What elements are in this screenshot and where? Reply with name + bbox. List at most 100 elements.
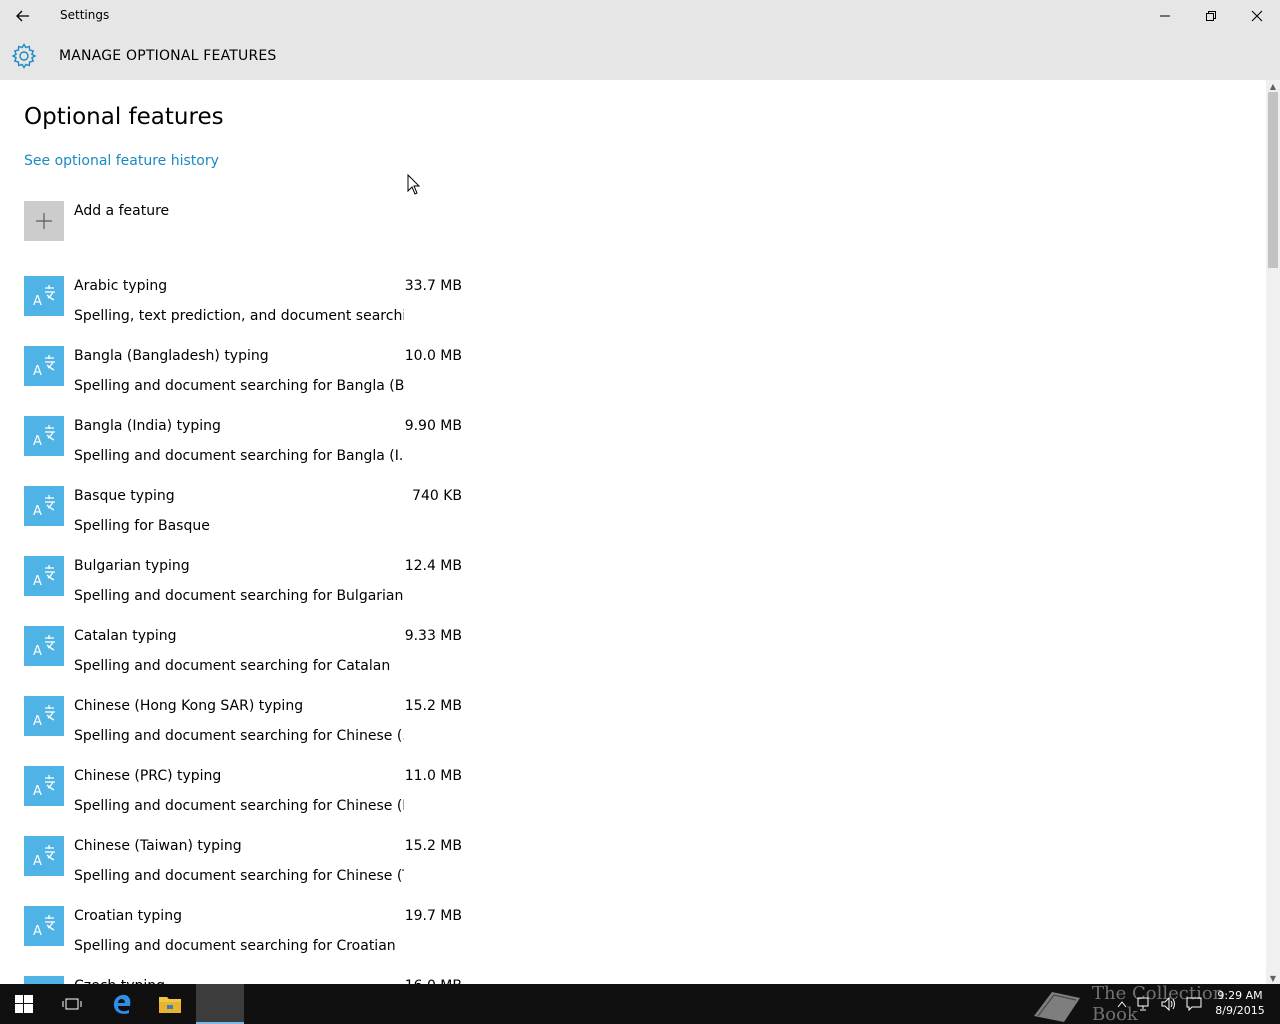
window-title: Settings [60,8,110,22]
language-typing-icon: A [24,346,64,386]
edge-browser-icon [113,994,131,1014]
feature-item[interactable]: A Catalan typing 9.33 MB Spelling and docum… [24,626,464,696]
feature-description: Spelling and document searching for Bang… [74,378,404,394]
plus-icon [36,213,52,229]
feature-size: 11.0 MB [404,768,462,784]
language-typing-icon: A [24,626,64,666]
feature-size: 33.7 MB [404,278,462,294]
feature-size: 12.4 MB [404,558,462,574]
svg-text:A: A [33,714,42,729]
start-button[interactable] [0,984,48,1024]
add-tile [24,201,64,241]
language-typing-icon: A [24,486,64,526]
feature-name: Bangla (Bangladesh) typing [74,348,269,364]
page-header-title: MANAGE OPTIONAL FEATURES [59,48,277,64]
feature-size: 10.0 MB [404,348,462,364]
feature-item[interactable]: A Basque typing 740 KB Spelling for Basque [24,486,464,556]
feature-description: Spelling and document searching for Chin… [74,798,404,814]
feature-description: Spelling, text prediction, and document … [74,308,404,324]
feature-description: Spelling and document searching for Chin… [74,868,404,884]
feature-name: Basque typing [74,488,175,504]
windows-logo-icon [15,995,33,1013]
feature-name: Bangla (India) typing [74,418,221,434]
svg-text:A: A [33,644,42,659]
feature-size: 740 KB [412,488,462,504]
book-logo-icon [1034,992,1080,1022]
svg-text:A: A [33,294,42,309]
feature-item[interactable]: A Croatian typing 19.7 MB Spelling and docu… [24,906,464,976]
feature-description: Spelling for Basque [74,518,210,534]
file-explorer-taskbar-button[interactable] [146,984,194,1024]
edge-taskbar-button[interactable] [98,984,146,1024]
feature-item[interactable]: A Bangla (India) typing 9.90 MB Spelling an… [24,416,464,486]
svg-text:A: A [33,364,42,379]
speaker-icon [1161,997,1175,1011]
clock-time: 9:29 AM [1217,989,1263,1002]
feature-history-link[interactable]: See optional feature history [24,153,219,169]
language-typing-icon: A [24,836,64,876]
language-typing-icon: A [24,976,64,984]
feature-name: Catalan typing [74,628,177,644]
feature-description: Spelling and document searching for Croa… [74,938,396,954]
scroll-down-arrow-icon[interactable]: ▼ [1266,972,1280,984]
mouse-cursor-icon [407,174,421,195]
page-title: Optional features [24,104,224,130]
scroll-up-arrow-icon[interactable]: ▲ [1266,80,1280,92]
feature-item[interactable]: A Chinese (Hong Kong SAR) typing 15.2 MB Sp… [24,696,464,766]
task-view-button[interactable] [48,984,96,1024]
language-typing-icon: A [24,696,64,736]
folder-icon [159,997,181,1013]
notification-icon [1186,997,1202,1011]
feature-item[interactable]: ACzech typing16.0 MB [24,976,464,984]
feature-description: Spelling and document searching for Cata… [74,658,391,674]
feature-item[interactable]: A Arabic typing 33.7 MB Spelling, text pred… [24,276,464,346]
clock[interactable]: 9:29 AM 8/9/2015 [1212,988,1268,1018]
clock-date: 8/9/2015 [1215,1004,1265,1017]
taskbar: The Collection Book 9:29 AM 8/9/2015 [0,983,1280,1024]
restore-button[interactable] [1188,0,1234,32]
language-typing-icon: A [24,766,64,806]
back-arrow-icon [16,10,29,22]
svg-text:A: A [33,784,42,799]
feature-item[interactable]: A Bulgarian typing 12.4 MB Spelling and doc… [24,556,464,626]
feature-size: 9.33 MB [404,628,462,644]
feature-item[interactable]: A Chinese (Taiwan) typing 15.2 MB Spelling … [24,836,464,906]
feature-size: 15.2 MB [404,838,462,854]
feature-name: Chinese (Hong Kong SAR) typing [74,698,304,714]
svg-text:A: A [33,574,42,589]
add-feature-button[interactable]: Add a feature [24,201,324,241]
minimize-button[interactable] [1142,0,1188,32]
show-hidden-icons-button[interactable] [1112,984,1132,1024]
settings-header: MANAGE OPTIONAL FEATURES [0,32,1280,80]
feature-description: Spelling and document searching for Bulg… [74,588,404,604]
close-icon [1251,10,1263,22]
language-typing-icon: A [24,556,64,596]
vertical-scrollbar[interactable]: ▲ ▼ [1266,80,1280,984]
feature-size: 9.90 MB [404,418,462,434]
content-area: Optional features See optional feature h… [0,80,1266,984]
close-button[interactable] [1234,0,1280,32]
network-icon [1137,997,1149,1011]
feature-name: Chinese (Taiwan) typing [74,838,242,854]
gear-icon [11,43,37,69]
feature-name: Bulgarian typing [74,558,190,574]
back-button[interactable] [0,0,46,32]
title-bar: Settings [0,0,1280,32]
feature-item[interactable]: A Chinese (PRC) typing 11.0 MB Spelling and… [24,766,464,836]
scroll-thumb[interactable] [1268,92,1278,268]
volume-button[interactable] [1158,984,1180,1024]
action-center-button[interactable] [1182,984,1206,1024]
settings-taskbar-button[interactable] [196,984,244,1024]
network-button[interactable] [1134,984,1156,1024]
svg-text:A: A [33,434,42,449]
feature-list: A Arabic typing 33.7 MB Spelling, text pred… [24,276,464,984]
feature-size: 19.7 MB [404,908,462,924]
minimize-icon [1160,15,1170,17]
feature-description: Spelling and document searching for Bang… [74,448,404,464]
feature-description: Spelling and document searching for Chin… [74,728,404,744]
feature-item[interactable]: A Bangla (Bangladesh) typing 10.0 MB Spelli… [24,346,464,416]
language-typing-icon: A [24,416,64,456]
language-typing-icon: A [24,906,64,946]
task-view-icon [62,998,82,1010]
svg-text:A: A [33,854,42,869]
